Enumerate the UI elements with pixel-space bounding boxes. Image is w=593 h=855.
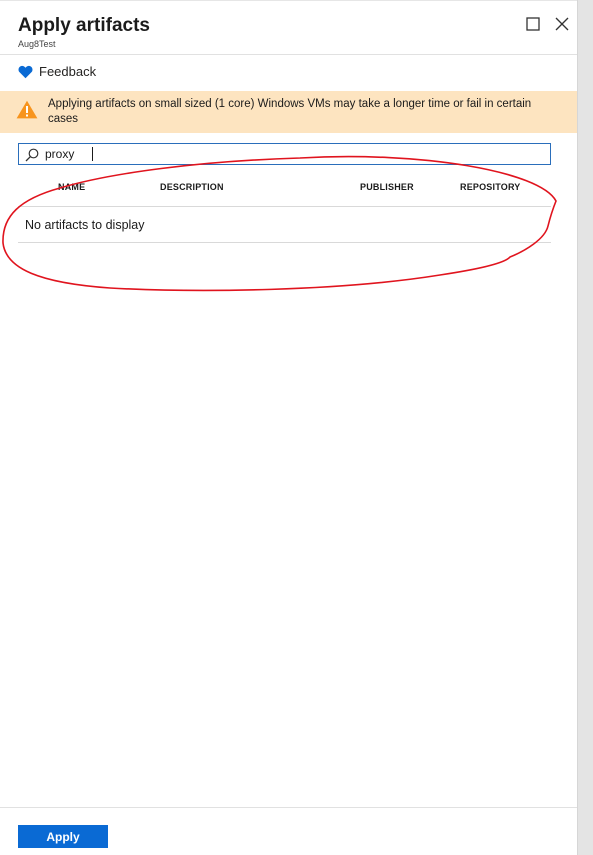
apply-button[interactable]: Apply [18,825,108,848]
column-header-publisher[interactable]: PUBLISHER [360,182,414,192]
column-header-description[interactable]: DESCRIPTION [160,182,224,192]
table-bottom-divider [18,242,551,243]
search-box[interactable] [18,143,551,165]
vertical-scrollbar[interactable] [577,0,593,855]
warning-triangle-icon [16,100,38,119]
search-icon [25,148,39,162]
close-button[interactable] [553,15,571,33]
feedback-label: Feedback [39,64,97,79]
text-cursor [92,147,93,161]
empty-table-message: No artifacts to display [25,218,145,232]
heart-icon [18,65,33,78]
column-header-repository[interactable]: REPOSITORY [460,182,521,192]
table-header-divider [18,206,551,207]
apply-artifacts-blade: Apply artifacts Aug8Test Feedback Applyi… [0,0,593,855]
blade-title: Apply artifacts [18,15,150,36]
maximize-icon [526,17,540,31]
search-input[interactable] [45,145,545,163]
close-icon [555,17,569,31]
blade-subtitle: Aug8Test [18,39,56,49]
maximize-button[interactable] [524,15,542,33]
column-header-name[interactable]: NAME [58,182,85,192]
warning-banner: Applying artifacts on small sized (1 cor… [0,91,577,133]
footer-divider [0,807,577,808]
warning-text: Applying artifacts on small sized (1 cor… [48,98,532,125]
feedback-link[interactable]: Feedback [18,64,96,79]
header-divider [0,54,577,55]
